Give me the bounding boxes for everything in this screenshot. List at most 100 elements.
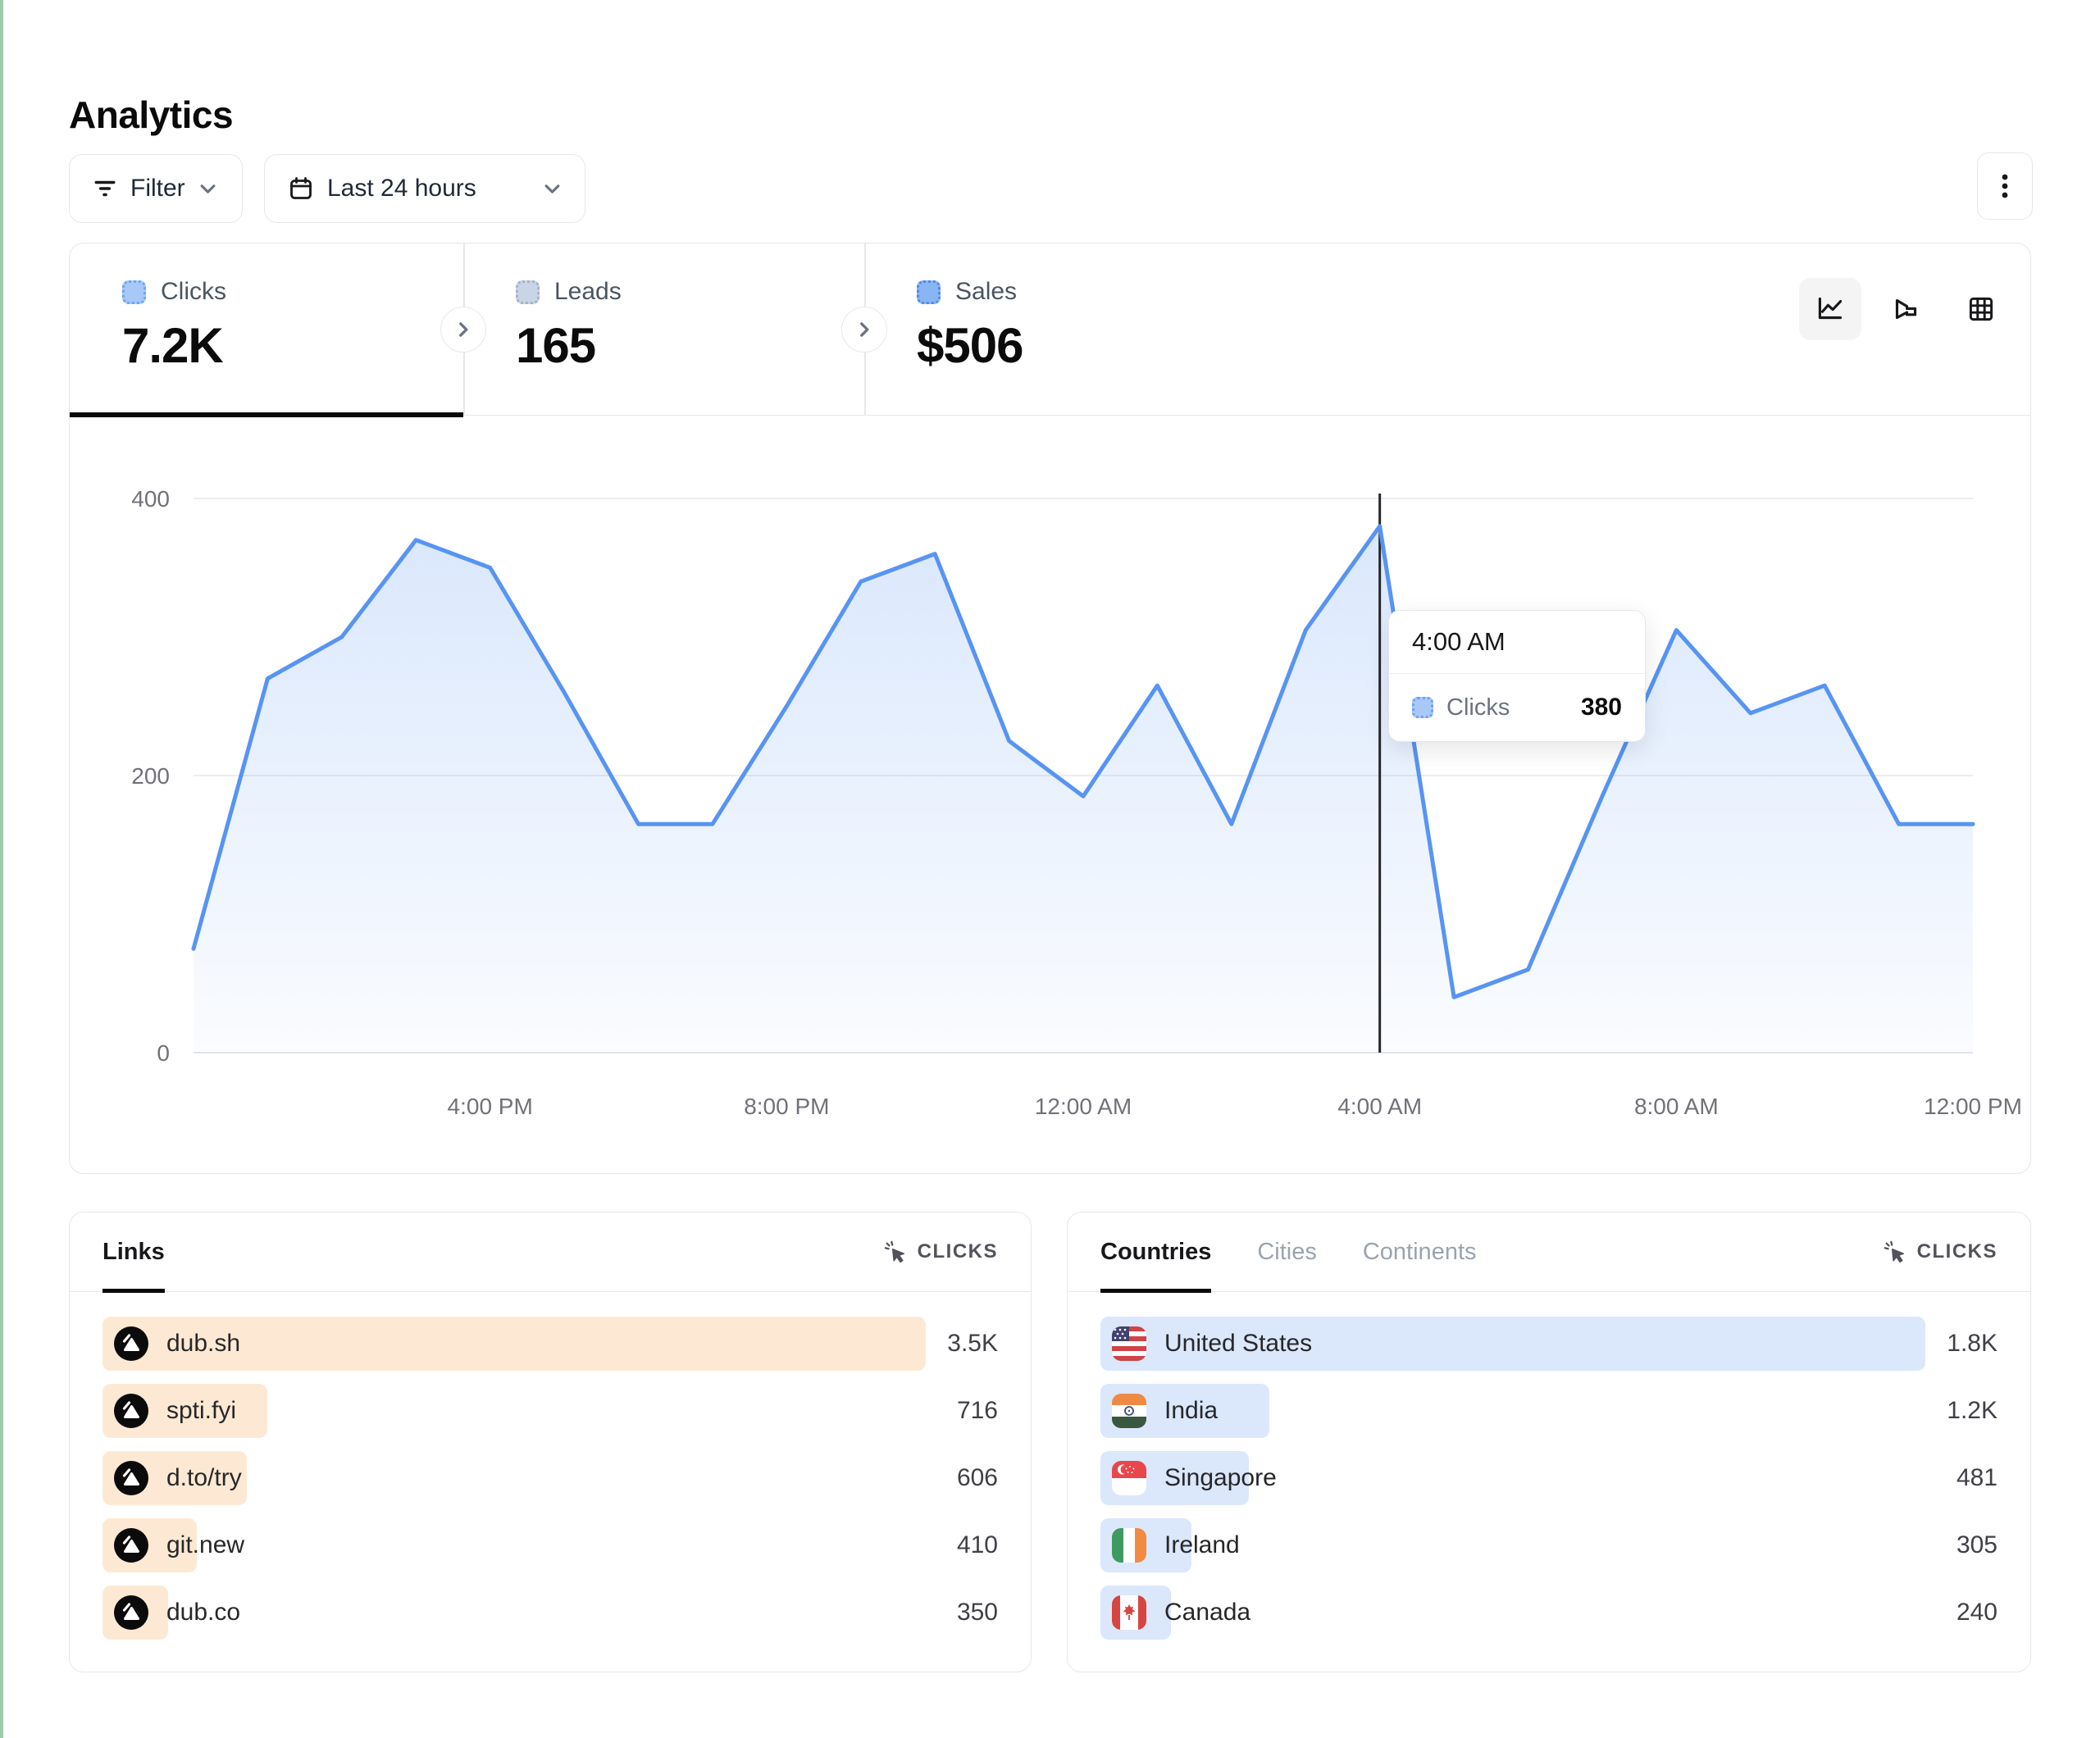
list-item[interactable]: dub.co 350 — [102, 1586, 998, 1640]
filter-button-label: Filter — [130, 175, 185, 202]
clicks-tab-label: Clicks — [161, 278, 226, 306]
list-item-value: 3.5K — [947, 1330, 998, 1358]
line-chart-icon[interactable] — [1799, 278, 1861, 340]
tooltip-time: 4:00 AM — [1389, 611, 1645, 674]
list-item-label: Singapore — [1164, 1464, 1277, 1492]
list-item[interactable]: Singapore 481 — [1100, 1451, 1998, 1505]
svg-text:4:00 AM: 4:00 AM — [1337, 1094, 1422, 1119]
filter-button[interactable]: Filter — [69, 154, 243, 223]
kebab-menu-icon — [1991, 170, 2019, 202]
leads-tab-value: 165 — [516, 317, 864, 374]
chevron-right-icon — [854, 320, 874, 339]
chevron-down-icon — [543, 180, 562, 198]
tab-links[interactable]: Links — [102, 1213, 165, 1291]
list-item[interactable]: India 1.2K — [1100, 1384, 1998, 1438]
svg-text:400: 400 — [131, 486, 170, 512]
tab-countries[interactable]: Countries — [1100, 1213, 1211, 1291]
list-item[interactable]: Canada 240 — [1100, 1586, 1998, 1640]
list-item-label: United States — [1164, 1330, 1312, 1358]
tab-label: Continents — [1363, 1239, 1477, 1266]
list-item[interactable]: spti.fyi716 — [102, 1384, 998, 1438]
list-item-label: India — [1164, 1397, 1218, 1425]
links-list: dub.sh 3.5K spti.fyi716 d.to/try606 git.new 4… — [70, 1292, 1031, 1640]
links-metric-selector[interactable]: CLICKS — [883, 1240, 998, 1264]
list-item[interactable]: Ireland 305 — [1100, 1518, 1998, 1572]
svg-text:0: 0 — [157, 1040, 170, 1066]
calendar-icon — [288, 175, 314, 202]
leads-tab-label: Leads — [554, 278, 622, 306]
analytics-page: Analytics Filter Last 24 hours Clicks 7.… — [0, 0, 2100, 1738]
tab-continents[interactable]: Continents — [1363, 1213, 1477, 1291]
filter-lines-icon — [93, 176, 117, 201]
cursor-click-icon — [883, 1240, 908, 1264]
list-item-value: 410 — [957, 1531, 998, 1559]
list-item-label: Ireland — [1164, 1531, 1240, 1559]
list-item[interactable]: d.to/try606 — [102, 1451, 998, 1505]
expand-sales-button[interactable] — [841, 307, 887, 353]
svg-text:8:00 PM: 8:00 PM — [744, 1094, 829, 1119]
list-item-value: 305 — [1957, 1531, 1998, 1559]
dub-logo-icon — [114, 1528, 148, 1563]
date-range-label: Last 24 hours — [327, 175, 476, 202]
dub-logo-icon — [114, 1461, 148, 1495]
geo-metric-label: CLICKS — [1917, 1240, 1998, 1263]
sales-legend-swatch — [917, 280, 941, 304]
svg-text:12:00 AM: 12:00 AM — [1035, 1094, 1132, 1119]
dub-logo-icon — [114, 1326, 148, 1361]
list-item-label: d.to/try — [166, 1464, 242, 1492]
leads-legend-swatch — [516, 280, 540, 304]
chart-tooltip: 4:00 AM Clicks 380 — [1388, 610, 1646, 742]
analytics-card: Clicks 7.2K Leads 165 — [69, 243, 2031, 1174]
stats-tabs-row: Clicks 7.2K Leads 165 — [70, 243, 2030, 416]
tab-label: Countries — [1100, 1239, 1211, 1266]
list-item-value: 716 — [957, 1397, 998, 1425]
list-item-value: 240 — [1957, 1599, 1998, 1627]
dub-logo-icon — [114, 1394, 148, 1428]
chevron-right-icon — [453, 320, 473, 339]
list-item-value: 350 — [957, 1599, 998, 1627]
list-item-value: 481 — [1957, 1464, 1998, 1492]
tab-sales[interactable]: Sales $506 — [864, 243, 1265, 416]
countries-list: United States 1.8K India 1.2K Singapore 481 Ir… — [1068, 1292, 2030, 1640]
svg-text:12:00 PM: 12:00 PM — [1924, 1094, 2022, 1119]
tooltip-series-swatch — [1412, 697, 1433, 718]
links-panel: Links CLICKS dub.sh 3.5K spti.fyi716 d.to/t… — [69, 1212, 1032, 1672]
window-edge-accent — [0, 0, 3, 1738]
expand-leads-button[interactable] — [440, 307, 486, 353]
ireland-flag-icon — [1112, 1528, 1146, 1563]
list-item-label: git.new — [166, 1531, 244, 1559]
svg-text:200: 200 — [131, 763, 170, 789]
clicks-legend-swatch — [122, 280, 146, 304]
list-item-label: dub.co — [166, 1599, 240, 1627]
sales-tab-value: $506 — [917, 317, 1265, 374]
list-item[interactable]: United States 1.8K — [1100, 1317, 1998, 1371]
more-menu-button[interactable] — [1977, 152, 2033, 220]
sales-tab-label: Sales — [955, 278, 1017, 306]
funnel-chart-icon[interactable] — [1875, 278, 1937, 340]
list-item[interactable]: dub.sh 3.5K — [102, 1317, 998, 1371]
list-item[interactable]: git.new 410 — [102, 1518, 998, 1572]
clicks-time-series-chart[interactable]: 02004004:00 PM8:00 PM12:00 AM4:00 AM8:00… — [70, 416, 2032, 1175]
list-item-value: 1.8K — [1947, 1330, 1998, 1358]
tab-clicks[interactable]: Clicks 7.2K — [70, 243, 463, 416]
cursor-click-icon — [1883, 1240, 1907, 1264]
tab-leads[interactable]: Leads 165 — [463, 243, 864, 416]
geo-metric-selector[interactable]: CLICKS — [1883, 1240, 1998, 1264]
chart-type-switcher — [1799, 278, 2012, 340]
tooltip-value: 380 — [1581, 694, 1622, 721]
tab-links-label: Links — [102, 1239, 165, 1266]
list-item-label: Canada — [1164, 1599, 1250, 1627]
list-item-value: 1.2K — [1947, 1397, 1998, 1425]
tab-cities[interactable]: Cities — [1257, 1213, 1317, 1291]
singapore-flag-icon — [1112, 1461, 1146, 1495]
countries-panel: Countries Cities Continents CLICKS United … — [1067, 1212, 2031, 1672]
list-item-label: dub.sh — [166, 1330, 240, 1358]
date-range-button[interactable]: Last 24 hours — [264, 154, 585, 223]
tab-label: Cities — [1257, 1239, 1317, 1266]
table-icon[interactable] — [1950, 278, 2012, 340]
us-flag-icon — [1112, 1326, 1146, 1361]
dub-logo-icon — [114, 1595, 148, 1630]
tooltip-series-label: Clicks — [1446, 694, 1510, 721]
svg-text:4:00 PM: 4:00 PM — [448, 1094, 533, 1119]
india-flag-icon — [1112, 1394, 1146, 1428]
